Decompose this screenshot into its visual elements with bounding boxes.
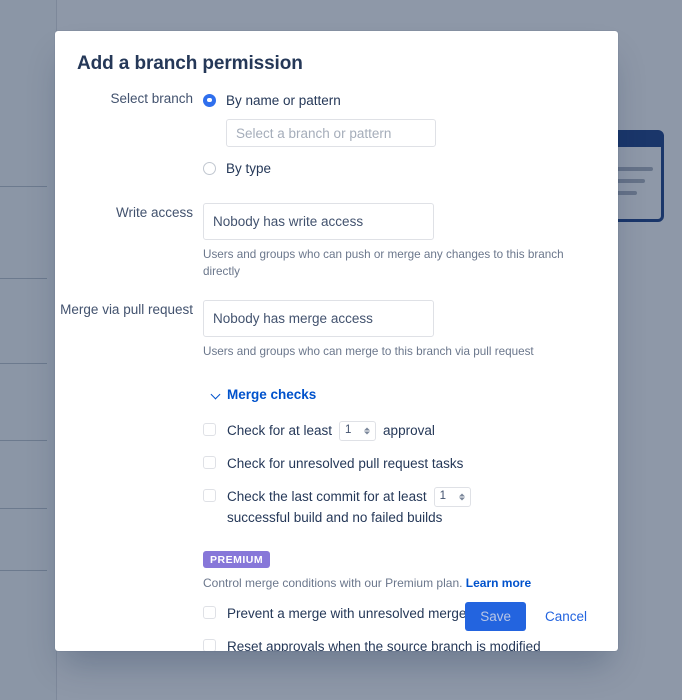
- chevron-down-icon: [212, 390, 221, 399]
- stepper-arrows-icon[interactable]: [364, 427, 371, 434]
- radio-unselected-icon[interactable]: [203, 161, 216, 175]
- write-access-input[interactable]: [203, 203, 434, 240]
- check-row-successful-build[interactable]: Check the last commit for at least 1 suc…: [203, 486, 596, 528]
- check-approval-text-before: Check for at least: [227, 423, 333, 438]
- check-row-reset-approvals[interactable]: Reset approvals when the source branch i…: [203, 636, 596, 651]
- write-access-helper: Users and groups who can push or merge a…: [203, 248, 564, 278]
- branch-pattern-input[interactable]: [226, 119, 436, 147]
- premium-learn-more-link[interactable]: Learn more: [466, 576, 531, 590]
- premium-badge: PREMIUM: [203, 551, 271, 568]
- field-write-access: Write access Users and groups who can pu…: [55, 203, 618, 280]
- write-access-label: Write access: [115, 205, 193, 220]
- check-row-unresolved-tasks[interactable]: Check for unresolved pull request tasks: [203, 453, 596, 474]
- check-row-approval[interactable]: Check for at least 1 approval: [203, 420, 596, 441]
- premium-section: PREMIUM Control merge conditions with ou…: [203, 550, 596, 590]
- check-approval-text: Check for at least 1 approval: [227, 420, 435, 441]
- approval-count-value: 1: [345, 424, 352, 436]
- check-build-text-after: successful build and no failed builds: [227, 510, 443, 525]
- radio-by-type[interactable]: By type: [203, 157, 596, 179]
- build-count-value: 1: [439, 490, 446, 502]
- checkbox-prevent-merge[interactable]: [203, 606, 216, 619]
- radio-by-name-or-pattern[interactable]: By name or pattern: [203, 89, 596, 111]
- premium-note-text: Control merge conditions with our Premiu…: [203, 576, 463, 590]
- checkbox-successful-build[interactable]: [203, 489, 216, 502]
- merge-checks-toggle[interactable]: Merge checks: [212, 387, 316, 402]
- save-button[interactable]: Save: [465, 602, 526, 631]
- radio-selected-icon[interactable]: [203, 93, 216, 107]
- select-branch-label: Select branch: [110, 91, 193, 106]
- approval-count-stepper[interactable]: 1: [339, 420, 377, 441]
- checkbox-approval[interactable]: [203, 423, 216, 436]
- check-successful-build-text: Check the last commit for at least 1 suc…: [227, 486, 596, 528]
- field-merge-via-pull-request: Merge via pull request Users and groups …: [55, 300, 618, 360]
- merge-checks-toggle-label: Merge checks: [227, 387, 317, 402]
- dialog-title: Add a branch permission: [77, 53, 303, 74]
- stepper-arrows-icon[interactable]: [458, 493, 465, 500]
- merge-access-input[interactable]: [203, 300, 434, 337]
- checkbox-unresolved-tasks[interactable]: [203, 456, 216, 469]
- field-select-branch: Select branch By name or pattern By type: [55, 89, 618, 179]
- check-build-text-before: Check the last commit for at least: [227, 489, 427, 504]
- check-reset-approvals-text: Reset approvals when the source branch i…: [227, 639, 541, 651]
- cancel-button[interactable]: Cancel: [536, 602, 596, 631]
- check-unresolved-tasks-text: Check for unresolved pull request tasks: [227, 456, 464, 471]
- check-approval-text-after: approval: [383, 423, 435, 438]
- radio-by-name-label: By name or pattern: [226, 92, 341, 108]
- checkbox-reset-approvals[interactable]: [203, 639, 216, 651]
- dialog-footer: Save Cancel: [465, 602, 596, 631]
- merge-access-label: Merge via pull request: [60, 302, 193, 317]
- premium-note: Control merge conditions with our Premiu…: [203, 576, 596, 590]
- build-count-stepper[interactable]: 1: [433, 486, 471, 507]
- merge-access-helper: Users and groups who can merge to this b…: [203, 345, 534, 358]
- add-branch-permission-dialog: Add a branch permission Select branch By…: [55, 31, 618, 651]
- radio-by-type-label: By type: [226, 160, 272, 176]
- dialog-form: Select branch By name or pattern By type…: [55, 89, 618, 651]
